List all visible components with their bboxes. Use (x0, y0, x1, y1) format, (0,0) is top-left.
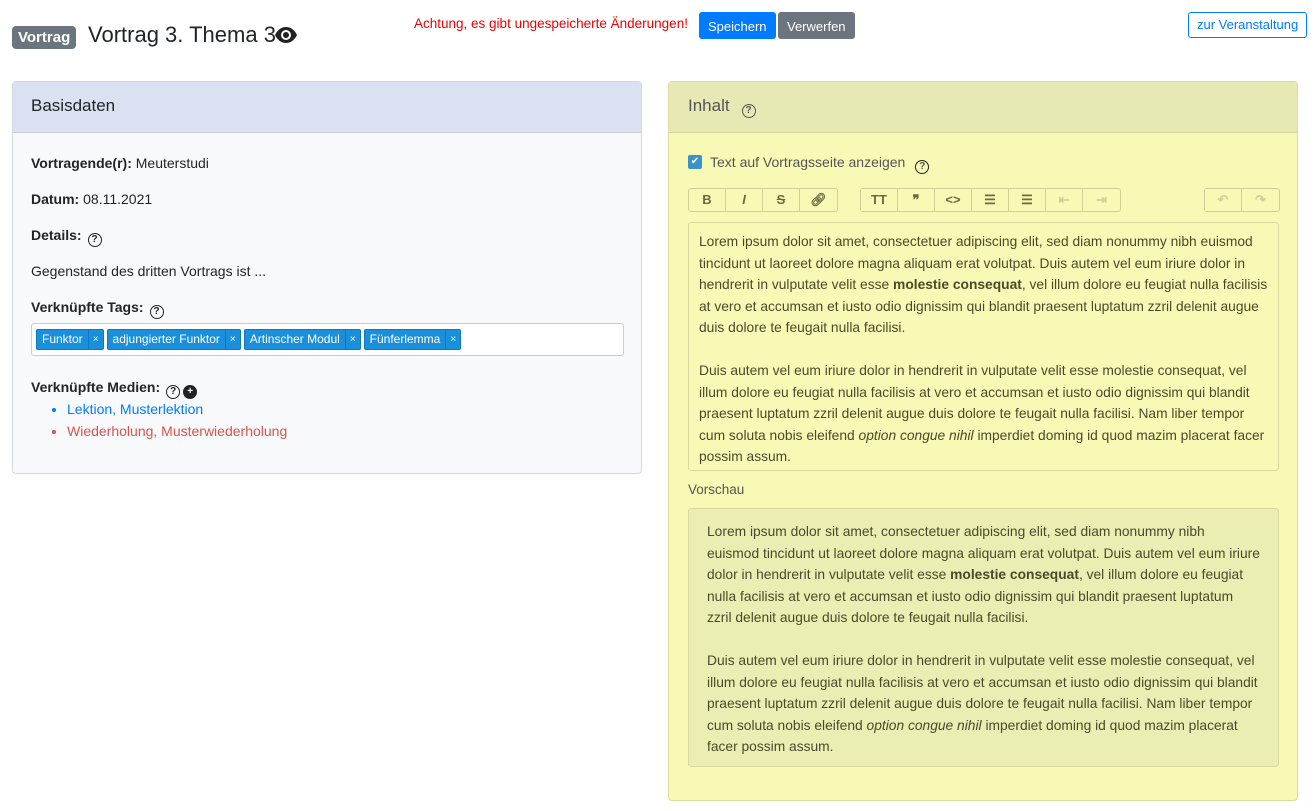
strikethrough-icon[interactable]: S (763, 189, 800, 211)
remove-tag-icon[interactable]: × (224, 330, 240, 349)
numbered-list-icon[interactable]: ☰ (1009, 189, 1046, 211)
help-icon[interactable]: ? (741, 104, 756, 118)
help-icon[interactable]: ? (87, 233, 102, 247)
quote-icon[interactable]: ❞ (898, 189, 935, 211)
help-icon[interactable]: ? (915, 160, 930, 174)
show-text-checkbox[interactable]: ✔ (688, 155, 702, 169)
tag: adjungierter Funktor × (106, 329, 241, 350)
card-title: Basisdaten (13, 82, 641, 133)
remove-tag-icon[interactable]: × (87, 330, 103, 349)
show-text-label: Text auf Vortragsseite anzeigen (710, 154, 906, 170)
media-link[interactable]: Lektion, Musterlektion (67, 398, 287, 420)
format-toolbar: B I S 🔗︎ (688, 188, 838, 212)
indent-icon[interactable]: ⇥ (1083, 189, 1120, 211)
code-icon[interactable]: <> (935, 189, 972, 211)
media-link[interactable]: Wiederholung, Musterwiederholung (67, 420, 287, 442)
link-icon[interactable]: 🔗︎ (800, 189, 837, 211)
media-label: Verknüpfte Medien: (31, 379, 161, 395)
preview-box: Lorem ipsum dolor sit amet, consectetuer… (688, 508, 1279, 767)
discard-button[interactable]: Verwerfen (778, 12, 855, 39)
help-icon[interactable]: ? (166, 385, 181, 399)
tag: Artinscher Modul × (243, 329, 361, 350)
content-editor[interactable]: Lorem ipsum dolor sit amet, consectetuer… (688, 222, 1279, 471)
block-toolbar: TT ❞ <> ☰ ☰ ⇤ ⇥ (860, 188, 1121, 212)
save-button[interactable]: Speichern (699, 12, 776, 39)
redo-icon[interactable]: ↷ (1242, 189, 1279, 211)
tags-input[interactable]: Funktor × adjungierter Funktor × Artinscher … (31, 323, 624, 356)
media-list: Lektion, Musterlektion Wiederholung, Mus… (31, 398, 287, 442)
card-title: Inhalt (688, 96, 730, 115)
outdent-icon[interactable]: ⇤ (1046, 189, 1083, 211)
date: 08.11.2021 (83, 191, 153, 207)
tag: Funktor × (36, 329, 104, 350)
page-title: Vortrag 3. Thema 3 (88, 22, 276, 47)
tag: Fünferlemma × (363, 329, 462, 350)
help-icon[interactable]: ? (149, 305, 164, 319)
add-icon[interactable]: + (183, 385, 198, 399)
italic-icon[interactable]: I (726, 189, 763, 211)
preview-label: Vorschau (688, 482, 745, 497)
bullet-list-icon[interactable]: ☰ (972, 189, 1009, 211)
remove-tag-icon[interactable]: × (445, 330, 460, 349)
unsaved-warning: Achtung, es gibt ungespeicherte Änderung… (414, 16, 688, 31)
type-badge: Vortrag (12, 26, 77, 49)
inhalt-card: Inhalt? ✔ Text auf Vortragsseite anzeige… (668, 81, 1298, 801)
basisdaten-card: Basisdaten Vortragende(r): Meuterstudi D… (12, 81, 642, 474)
eye-icon[interactable] (274, 25, 298, 45)
speaker-label: Vortragende(r): (31, 155, 132, 171)
date-label: Datum: (31, 191, 80, 207)
heading-icon[interactable]: TT (861, 189, 898, 211)
speaker: Meuterstudi (135, 155, 209, 171)
remove-tag-icon[interactable]: × (344, 330, 360, 349)
to-event-button[interactable]: zur Veranstaltung (1188, 12, 1308, 38)
undo-icon[interactable]: ↶ (1205, 189, 1242, 211)
tags-label: Verknüpfte Tags: (31, 299, 144, 315)
bold-icon[interactable]: B (689, 189, 726, 211)
details-text: Gegenstand des dritten Vortrags ist ... (31, 263, 267, 279)
history-toolbar: ↶ ↷ (1204, 188, 1280, 212)
details-label: Details: (31, 227, 82, 243)
